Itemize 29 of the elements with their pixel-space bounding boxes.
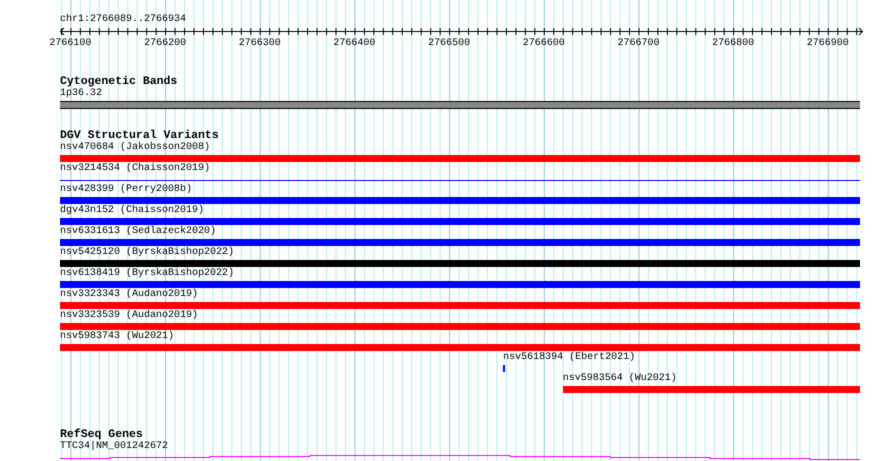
variant-label[interactable]: nsv3214534 (Chaisson2019) (60, 163, 210, 175)
variant-label[interactable]: nsv5618394 (Ebert2021) (503, 352, 636, 364)
tick-label: 2766300 (238, 38, 281, 49)
location-label: chr1:2766089..2766934 (60, 14, 186, 26)
track-title: Cytogenetic Bands (60, 76, 178, 88)
track-title: DGV Structural Variants (60, 130, 219, 142)
variant-label[interactable]: nsv3323343 (Audano2019) (60, 289, 198, 301)
variant-label[interactable]: nsv6138419 (ByrskaBishop2022) (60, 268, 234, 280)
variant-label[interactable]: nsv428399 (Perry2008b) (60, 184, 192, 196)
track-title: RefSeq Genes (60, 429, 143, 441)
variant-label[interactable]: nsv5425120 (ByrskaBishop2022) (60, 247, 234, 259)
tick-label: 2766700 (617, 38, 660, 49)
variant-label[interactable]: nsv6331613 (Sedlazeck2020) (60, 226, 216, 238)
tick-label: 2766800 (712, 38, 754, 49)
tick-label: 2766400 (333, 38, 376, 49)
variant-label[interactable]: dgv43n152 (Chaisson2019) (60, 205, 204, 217)
band-label: 1p36.32 (60, 88, 102, 100)
variant-label[interactable]: nsv5983743 (Wu2021) (60, 331, 174, 343)
variant-label[interactable]: nsv3323539 (Audano2019) (60, 310, 198, 322)
tick-label: 2766600 (522, 38, 565, 49)
tick-label: 2766100 (49, 38, 92, 49)
variant-label[interactable]: nsv5983564 (Wu2021) (562, 373, 677, 385)
variant-bar[interactable] (503, 365, 506, 372)
gene-label[interactable]: TTC34|NM_001242672 (60, 441, 168, 453)
tick-label: 2766900 (806, 38, 849, 49)
variant-label[interactable]: nsv470684 (Jakobsson2008) (60, 142, 210, 154)
gene-line[interactable] (60, 455, 860, 460)
tick-label: 2766200 (144, 38, 186, 49)
tick-label: 2766500 (428, 38, 470, 49)
